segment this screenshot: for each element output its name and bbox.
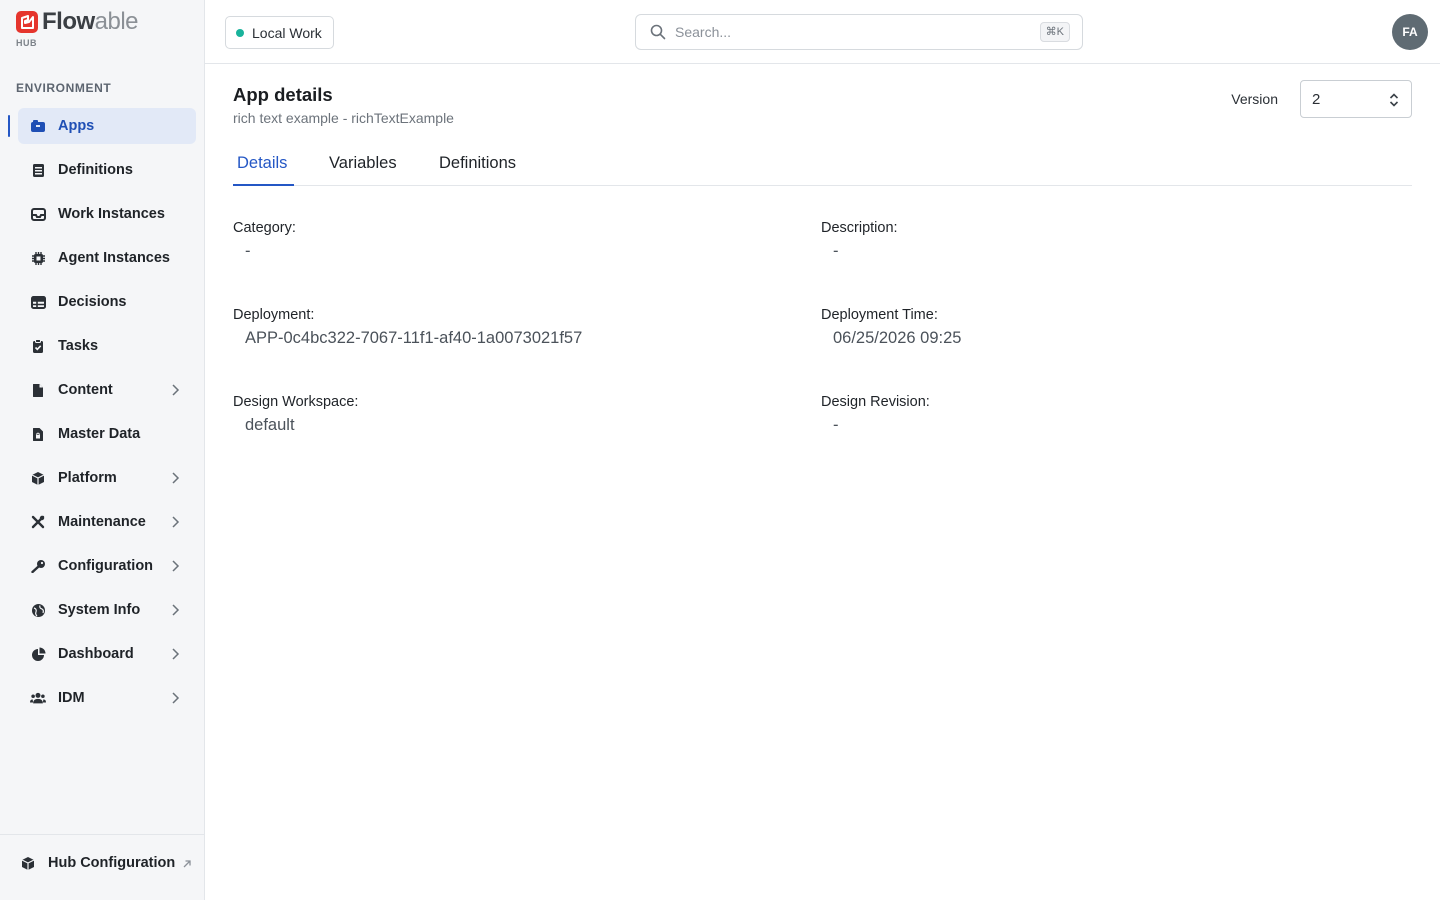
tab-definitions[interactable]: Definitions [435, 154, 524, 186]
users-icon [30, 690, 46, 706]
globe-icon [30, 602, 46, 618]
cube-icon [20, 855, 36, 871]
sidebar-item-label: System Info [58, 602, 141, 618]
table-icon [30, 294, 46, 310]
version-select[interactable]: 2 [1300, 80, 1412, 118]
field-value: APP-0c4bc322-7067-11f1-af40-1a0073021f57 [245, 329, 583, 347]
field-value: - [833, 242, 839, 260]
sidebar-section-title: ENVIRONMENT [16, 81, 112, 95]
page-subtitle: rich text example - richTextExample [233, 110, 454, 126]
brand-subtitle: HUB [16, 38, 37, 48]
design-revision-field: Design Revision: - [821, 394, 930, 435]
hub-configuration-link[interactable]: Hub Configuration [20, 855, 175, 871]
sidebar-footer: Hub Configuration [0, 834, 204, 900]
field-label: Deployment: [233, 307, 315, 323]
avatar[interactable]: FA [1392, 14, 1428, 50]
field-label: Design Workspace: [233, 394, 359, 410]
sidebar-item-label: Definitions [58, 162, 133, 178]
sidebar-item-master-data[interactable]: Master Data [18, 416, 196, 452]
shortcut-hint: ⌘K [1039, 22, 1070, 42]
chevron-up-down-icon [1389, 93, 1399, 107]
sidebar-item-platform[interactable]: Platform [18, 460, 196, 496]
sidebar-nav: Apps Definitions Work Instances Agent In… [8, 108, 196, 724]
chevron-right-icon [172, 560, 180, 572]
deployment-field: Deployment: APP-0c4bc322-7067-11f1-af40-… [233, 307, 582, 348]
status-dot [236, 28, 244, 37]
environment-label: Local Work [252, 24, 322, 41]
sidebar-item-dashboard[interactable]: Dashboard [18, 636, 196, 672]
inbox-icon [30, 206, 46, 222]
book-icon [30, 162, 46, 178]
sidebar-item-definitions[interactable]: Definitions [18, 152, 196, 188]
sidebar-item-decisions[interactable]: Decisions [18, 284, 196, 320]
sidebar-item-label: Decisions [58, 294, 127, 310]
cube-icon [30, 470, 46, 486]
sidebar-item-idm[interactable]: IDM [18, 680, 196, 716]
sidebar-item-system-info[interactable]: System Info [18, 592, 196, 628]
sidebar-item-work-instances[interactable]: Work Instances [18, 196, 196, 232]
key-icon [30, 558, 46, 574]
brand-name: Flowable [42, 8, 139, 35]
sidebar-item-label: Agent Instances [58, 250, 170, 266]
sidebar-item-label: Work Instances [58, 206, 165, 222]
sidebar-item-label: Apps [58, 118, 95, 134]
sidebar-item-label: Dashboard [58, 646, 134, 662]
version-value: 2 [1312, 90, 1321, 108]
search-box[interactable]: ⌘K [635, 14, 1083, 50]
top-bar: Local Work ⌘K FA [205, 0, 1440, 64]
tab-details[interactable]: Details [233, 154, 294, 186]
chevron-right-icon [172, 692, 180, 704]
file-lock-icon [30, 426, 46, 442]
sidebar-item-content[interactable]: Content [18, 372, 196, 408]
page-title: App details [233, 84, 333, 105]
sidebar-item-label: Tasks [58, 338, 99, 354]
sidebar-item-label: Maintenance [58, 514, 146, 530]
sidebar-item-agent-instances[interactable]: Agent Instances [18, 240, 196, 276]
version-label: Version [1231, 91, 1278, 107]
field-value: - [833, 416, 839, 434]
category-field: Category: - [233, 220, 296, 261]
description-field: Description: - [821, 220, 898, 261]
field-value: default [245, 416, 295, 434]
flowable-logo-icon [16, 11, 38, 33]
field-value: 06/25/2026 09:25 [833, 329, 962, 347]
file-icon [30, 382, 46, 398]
pie-chart-icon [30, 646, 46, 662]
field-label: Design Revision: [821, 394, 930, 410]
design-workspace-field: Design Workspace: default [233, 394, 358, 435]
sidebar-item-label: Platform [58, 470, 117, 486]
apps-icon [30, 118, 46, 134]
chevron-right-icon [172, 648, 180, 660]
chip-icon [30, 250, 46, 266]
sidebar-item-tasks[interactable]: Tasks [18, 328, 196, 364]
hub-configuration-label: Hub Configuration [48, 855, 176, 871]
sidebar-item-maintenance[interactable]: Maintenance [18, 504, 196, 540]
sidebar-item-label: Master Data [58, 426, 141, 442]
deployment-time-field: Deployment Time: 06/25/2026 09:25 [821, 307, 961, 348]
sidebar-item-label: IDM [58, 690, 85, 706]
external-link-icon [183, 860, 191, 868]
chevron-right-icon [172, 384, 180, 396]
field-label: Deployment Time: [821, 307, 938, 323]
search-input[interactable] [675, 24, 1015, 40]
clipboard-check-icon [30, 338, 46, 354]
chevron-right-icon [172, 472, 180, 484]
environment-selector[interactable]: Local Work [225, 16, 334, 49]
brand-logo[interactable]: Flowable HUB [16, 8, 139, 50]
sidebar-item-configuration[interactable]: Configuration [18, 548, 196, 584]
tab-variables[interactable]: Variables [325, 154, 403, 186]
search-icon [650, 24, 666, 40]
chevron-right-icon [172, 516, 180, 528]
sidebar-item-apps[interactable]: Apps [8, 108, 196, 144]
chevron-right-icon [172, 604, 180, 616]
field-value: - [245, 242, 251, 260]
field-label: Category: [233, 220, 296, 236]
tab-bar: Details Variables Definitions [233, 154, 1412, 186]
sidebar-item-label: Content [58, 382, 113, 398]
sidebar: Flowable HUB ENVIRONMENT Apps Definition… [0, 0, 205, 900]
sidebar-item-label: Configuration [58, 558, 154, 574]
tools-icon [30, 514, 46, 530]
field-label: Description: [821, 220, 898, 236]
